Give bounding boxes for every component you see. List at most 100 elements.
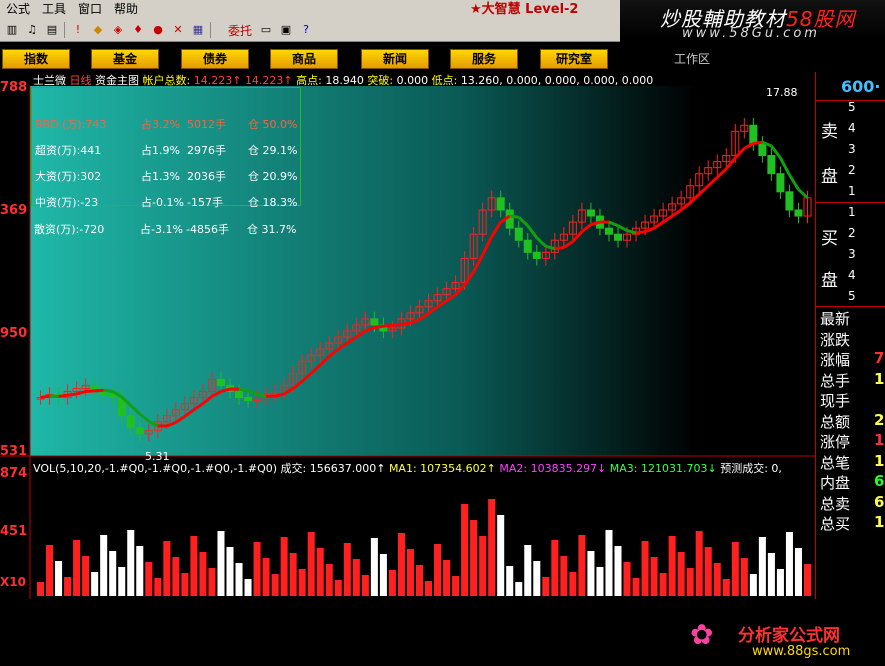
volume-bar [190, 536, 198, 596]
bell-icon[interactable]: ♫ [24, 22, 40, 38]
buy-level-1[interactable]: 1 [848, 205, 856, 219]
toolbar-separator [210, 22, 211, 38]
volume-bar [425, 581, 433, 596]
flow-pct: 占-0.1% [141, 196, 184, 209]
volume-bar [578, 535, 586, 596]
vol-volume: 成交: 156637.000↑ [280, 462, 386, 475]
volume-bar [551, 540, 559, 596]
stock-code: 600· [841, 77, 881, 96]
diamond-icon[interactable]: ◆ [90, 22, 106, 38]
buy-level-2[interactable]: 2 [848, 226, 856, 240]
menu-help[interactable]: 帮助 [108, 0, 144, 19]
buy-level-4[interactable]: 4 [848, 268, 856, 282]
candle-body [758, 142, 767, 157]
flow-hand: -4856手 [186, 223, 229, 236]
menu-formula[interactable]: 公式 [0, 0, 36, 19]
flow-cang: 仓 50.0% [248, 118, 298, 131]
nav-fund[interactable]: 基金 [91, 49, 159, 69]
volume-bar [461, 504, 469, 596]
volume-bar [397, 533, 405, 596]
ma-line-segment [256, 393, 267, 398]
volume-bar [641, 541, 649, 596]
volume-bar [803, 564, 811, 596]
flow-row-large: 大资(万):302 占1.3% 2036手 仓 20.9% [35, 168, 300, 183]
ma-line-segment [635, 230, 646, 235]
volume-group [37, 499, 811, 596]
buy-label-1: 买 [821, 229, 838, 249]
tag-icon[interactable]: ♦ [130, 22, 146, 38]
flow-pct: 占3.2% [141, 118, 180, 131]
buy-level-5[interactable]: 5 [848, 289, 856, 303]
layers-icon[interactable]: ▦ [190, 22, 206, 38]
shop-icon[interactable]: ◈ [110, 22, 126, 38]
volume-bar [596, 567, 604, 596]
volume-bar [343, 543, 351, 596]
volume-bar [37, 582, 45, 596]
volume-bar [452, 576, 460, 596]
ma-line-segment [374, 324, 384, 329]
sell-level-1[interactable]: 1 [848, 184, 856, 198]
entrust-button[interactable]: 委托 [228, 22, 252, 39]
ma-line-segment [554, 246, 565, 251]
stock-name: 士兰微 [33, 74, 66, 87]
quote-row-label: 总买 [820, 515, 851, 533]
chart-area[interactable]: 788 369 950 531 874 451 X10 士兰微 日线 资金主图 … [0, 72, 850, 659]
flow-cang: 仓 20.9% [248, 170, 298, 183]
period-label: 日线 [69, 74, 92, 87]
volume-bar [668, 536, 676, 596]
sell-label-2: 盘 [821, 167, 838, 187]
alert-icon[interactable]: ! [70, 22, 86, 38]
help-icon[interactable]: ? [298, 22, 314, 38]
nav-research[interactable]: 研究室 [540, 49, 608, 69]
volume-bar [560, 556, 568, 596]
volume-bar [677, 552, 685, 596]
sell-level-2[interactable]: 2 [848, 163, 856, 177]
volume-bar [82, 556, 90, 596]
low-value: 13.260, 0.000, 0.000, 0.000, 0.000 [460, 74, 654, 87]
ma-line-segment [85, 389, 95, 393]
volume-bar [235, 563, 243, 596]
menu-tools[interactable]: 工具 [36, 0, 72, 19]
circle-icon[interactable]: ● [150, 22, 166, 38]
menu-window[interactable]: 窗口 [72, 0, 108, 19]
ma-line-segment [401, 321, 411, 326]
candle-body [126, 415, 135, 429]
sell-level-3[interactable]: 3 [848, 142, 856, 156]
candle-body [604, 227, 613, 235]
nav-news[interactable]: 新闻 [361, 49, 429, 69]
close-icon[interactable]: ✕ [170, 22, 186, 38]
ma-line-segment [509, 214, 519, 219]
sell-level-4[interactable]: 4 [848, 121, 856, 135]
window-icon[interactable]: ▣ [278, 22, 294, 38]
keyboard-icon[interactable]: ▭ [258, 22, 274, 38]
ma-line-segment [392, 322, 402, 328]
monitor-icon[interactable]: ▤ [44, 22, 60, 38]
vol-header: VOL(5,10,20,-1.#Q0,-1.#Q0,-1.#Q0,-1.#Q0)… [33, 460, 782, 476]
quote-row-value: 23 [874, 410, 885, 429]
volume-bar [181, 573, 189, 596]
nav-bond[interactable]: 债券 [181, 49, 249, 69]
account-value-1: 14.223↑ [193, 74, 242, 87]
nav-commodity[interactable]: 商品 [270, 49, 338, 69]
account-label: 帐户总数: [142, 74, 191, 87]
volume-bar [767, 553, 775, 596]
volume-bar [776, 569, 784, 596]
nav-index[interactable]: 指数 [2, 49, 70, 69]
buy-level-3[interactable]: 3 [848, 247, 856, 261]
flow-label: 散资(万):-720 [34, 223, 105, 236]
volume-bar [731, 542, 739, 596]
vol-predicted: 预测成交: 0, [720, 462, 782, 475]
volume-bar [217, 531, 225, 596]
volume-bar [46, 545, 54, 596]
quote-row-label: 总卖 [820, 494, 851, 513]
candle-body [514, 227, 523, 241]
volume-bar [524, 545, 532, 596]
nav-service[interactable]: 服务 [450, 49, 518, 69]
quote-row-value: 10 [874, 513, 885, 531]
quote-row-label: 现手 [820, 392, 851, 410]
workspace-label[interactable]: 工作区 [674, 50, 710, 67]
flow-label: 超资(万):441 [35, 144, 102, 157]
sell-level-5[interactable]: 5 [848, 100, 856, 114]
ma-line-segment [58, 393, 68, 399]
chart-icon[interactable]: ▥ [4, 22, 20, 38]
